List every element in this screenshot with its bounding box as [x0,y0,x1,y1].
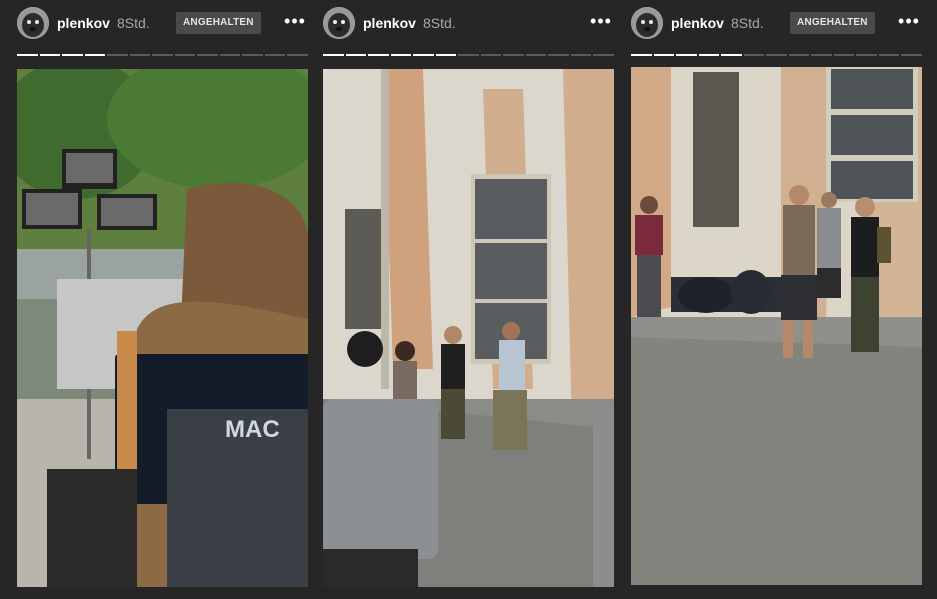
more-options-icon[interactable]: ••• [588,12,614,34]
story-panel-2[interactable]: plenkov 8Std. ••• [323,0,614,599]
progress-segment [17,54,38,56]
progress-segment [593,54,614,56]
progress-segment [878,54,900,56]
paused-badge: ANGEHALTEN [790,12,875,34]
story-panel-3[interactable]: plenkov 8Std. ANGEHALTEN ••• [631,0,922,599]
avatar[interactable] [323,7,355,39]
story-progress-bar [631,54,922,56]
progress-segment [152,54,173,56]
timestamp: 8Std. [731,15,764,31]
progress-segment [833,54,855,56]
progress-segment [631,54,652,56]
username[interactable]: plenkov [57,14,110,32]
progress-segment [721,54,742,56]
story-image[interactable]: MAC [17,69,308,587]
progress-segment [368,54,389,56]
progress-segment [219,54,241,56]
progress-segment [345,54,367,56]
progress-segment [901,54,922,56]
progress-segment [264,54,286,56]
progress-segment [323,54,344,56]
avatar[interactable] [17,7,49,39]
username[interactable]: plenkov [671,14,724,32]
progress-segment [107,54,128,56]
progress-segment [788,54,810,56]
timestamp: 8Std. [423,15,456,31]
progress-segment [548,54,569,56]
progress-segment [84,54,106,56]
progress-segment [856,54,877,56]
progress-segment [458,54,479,56]
dog-avatar-icon [17,7,49,39]
progress-segment [390,54,412,56]
username[interactable]: plenkov [363,14,416,32]
story-panel-1[interactable]: plenkov 8Std. ANGEHALTEN ••• MAC [17,0,308,599]
progress-segment [480,54,502,56]
progress-segment [525,54,547,56]
paused-badge: ANGEHALTEN [176,12,261,34]
progress-segment [570,54,592,56]
progress-segment [698,54,720,56]
progress-segment [503,54,524,56]
progress-segment [743,54,765,56]
progress-segment [242,54,263,56]
dog-avatar-icon [323,7,355,39]
progress-segment [174,54,196,56]
story-progress-bar [323,54,614,56]
more-options-icon[interactable]: ••• [896,12,922,34]
avatar[interactable] [631,7,663,39]
progress-segment [287,54,308,56]
story-progress-bar [17,54,308,56]
more-options-icon[interactable]: ••• [282,12,308,34]
progress-segment [129,54,151,56]
dog-avatar-icon [631,7,663,39]
progress-segment [39,54,61,56]
progress-segment [62,54,83,56]
progress-segment [197,54,218,56]
progress-segment [413,54,434,56]
progress-segment [766,54,787,56]
chair-lettering: MAC [225,416,280,443]
timestamp: 8Std. [117,15,150,31]
progress-segment [811,54,832,56]
progress-segment [676,54,697,56]
progress-segment [653,54,675,56]
story-image[interactable] [323,69,614,587]
story-image[interactable] [631,67,922,585]
progress-segment [435,54,457,56]
